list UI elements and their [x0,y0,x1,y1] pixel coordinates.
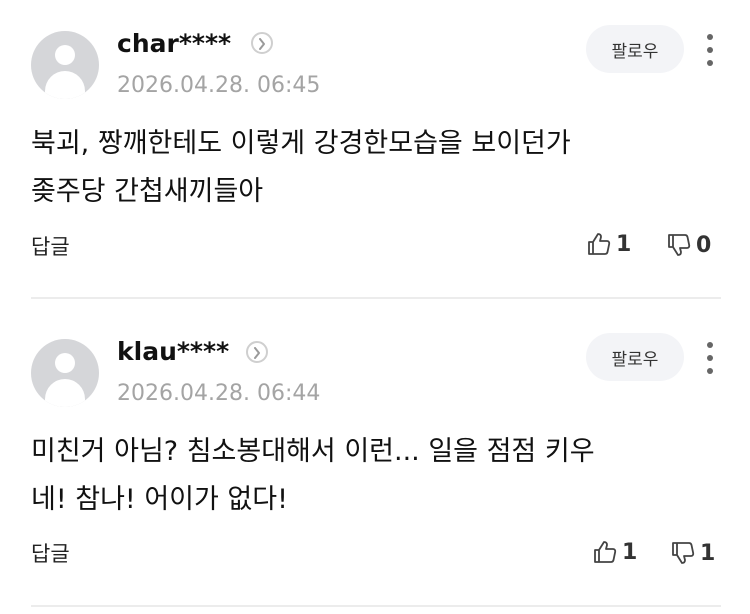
chevron-right-circle-icon[interactable] [251,32,273,54]
vertical-ellipsis-icon[interactable] [700,30,720,70]
comment-item: char**** 2026.04.28. 06:45 팔로우 북괴, 짱깨한테도… [0,0,750,300]
timestamp: 2026.04.28. 06:44 [117,381,321,406]
thumbs-up-icon [588,233,611,255]
username[interactable]: char**** [117,29,231,58]
avatar-body-shape [45,71,85,99]
divider [31,297,721,299]
chevron-right-circle-icon[interactable] [246,341,268,363]
comment-text: 미친거 아님? 침소봉대해서 이런... 일을 점점 키우 네! 참나! 어이가… [31,428,681,524]
avatar-head-shape [55,45,75,65]
avatar[interactable] [31,31,99,99]
like-count: 1 [622,539,638,565]
comment-item: klau**** 2026.04.28. 06:44 팔로우 미친거 아님? 침… [0,300,750,610]
dislike-button[interactable]: 0 [666,230,711,260]
like-count: 1 [616,231,632,257]
username[interactable]: klau**** [117,337,229,366]
comment-text: 북괴, 짱깨한테도 이렇게 강경한모습을 보이던가 좆주당 간첩새끼들아 [31,120,681,216]
dislike-count: 0 [696,232,712,258]
thumbs-down-icon [668,234,691,256]
timestamp: 2026.04.28. 06:45 [117,73,321,98]
avatar-head-shape [55,353,75,373]
avatar[interactable] [31,339,99,407]
comment-text-line: 미친거 아님? 침소봉대해서 이런... 일을 점점 키우 [31,436,595,467]
reply-button[interactable]: 답글 [31,231,70,261]
vertical-ellipsis-icon[interactable] [700,338,720,378]
reply-button[interactable]: 답글 [31,538,70,568]
dislike-count: 1 [700,540,716,566]
comment-text-line: 네! 참나! 어이가 없다! [31,484,288,515]
like-button[interactable]: 1 [586,229,631,259]
like-button[interactable]: 1 [592,537,637,567]
comment-text-line: 좆주당 간첩새끼들아 [31,176,264,207]
divider [31,605,721,607]
comment-text-line: 북괴, 짱깨한테도 이렇게 강경한모습을 보이던가 [31,128,571,159]
thumbs-up-icon [594,541,617,563]
dislike-button[interactable]: 1 [670,538,715,568]
thumbs-down-icon [672,542,695,564]
follow-button[interactable]: 팔로우 [586,333,684,381]
follow-button[interactable]: 팔로우 [586,25,684,73]
avatar-body-shape [45,379,85,407]
